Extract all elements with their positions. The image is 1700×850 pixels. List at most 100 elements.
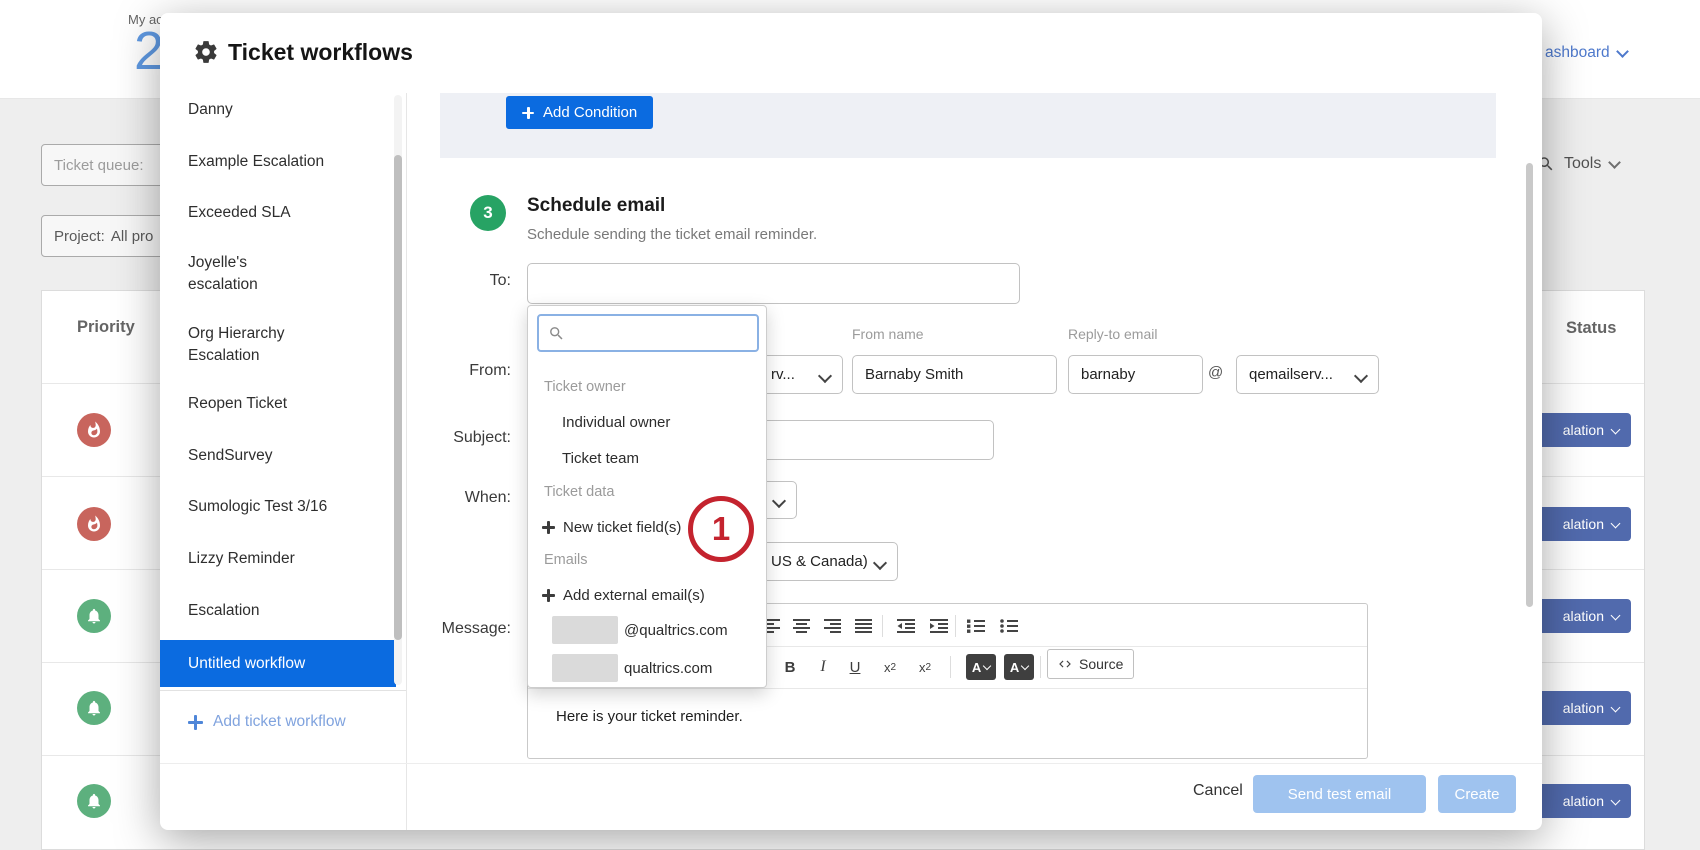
sidebar-item-sumologic-test[interactable]: Sumologic Test 3/16	[188, 496, 380, 518]
align-justify-icon	[854, 618, 873, 634]
align-center-icon	[792, 618, 811, 634]
redacted-text	[552, 654, 618, 682]
sidebar-item-example-escalation[interactable]: Example Escalation	[188, 151, 380, 173]
from-label: From:	[391, 362, 511, 380]
chevron-down-icon	[1021, 662, 1029, 670]
subject-label: Subject:	[391, 429, 511, 447]
chevron-down-icon	[1354, 369, 1368, 383]
editor-content[interactable]: Here is your ticket reminder.	[556, 708, 743, 725]
modal-title: Ticket workflows	[228, 39, 413, 66]
chevron-down-icon	[873, 556, 887, 570]
bullet-list-button[interactable]	[996, 613, 1022, 639]
message-label: Message:	[391, 620, 511, 638]
sidebar-item-sendsurvey[interactable]: SendSurvey	[188, 445, 380, 467]
chevron-down-icon	[818, 369, 832, 383]
indent-button[interactable]	[926, 613, 952, 639]
add-condition-label: Add Condition	[543, 104, 637, 121]
chevron-down-icon	[983, 662, 991, 670]
outdent-icon	[896, 618, 916, 634]
from-domain-value: rv...	[771, 366, 795, 383]
dropdown-item-individual-owner[interactable]: Individual owner	[528, 407, 766, 437]
step-subtitle: Schedule sending the ticket email remind…	[527, 226, 817, 243]
annotation-circle-1: 1	[688, 496, 754, 562]
dropdown-item-add-external-emails[interactable]: Add external email(s)	[528, 580, 766, 610]
at-symbol: @	[1208, 364, 1223, 381]
sidebar-item-untitled-workflow-selected[interactable]: Untitled workflow	[160, 640, 396, 687]
step-number-badge: 3	[470, 195, 506, 231]
toolbar-separator	[955, 615, 956, 637]
plus-icon	[542, 521, 555, 534]
recipient-search-input[interactable]	[573, 324, 748, 343]
text-color-button[interactable]: A	[966, 654, 996, 680]
indent-icon	[929, 618, 949, 634]
subscript-button[interactable]: x2	[877, 654, 903, 680]
align-right-button[interactable]	[819, 613, 845, 639]
to-label: To:	[391, 272, 511, 290]
background-color-letter: A	[1010, 660, 1019, 675]
align-justify-button[interactable]	[850, 613, 876, 639]
bold-button[interactable]: B	[777, 654, 803, 680]
reply-to-email-label: Reply-to email	[1068, 326, 1157, 342]
numbered-list-button[interactable]	[963, 613, 989, 639]
toolbar-separator	[882, 615, 883, 637]
align-right-icon	[823, 618, 842, 634]
dropdown-item-email-2[interactable]: qualtrics.com	[528, 653, 766, 683]
footer-divider	[160, 763, 1542, 764]
align-center-button[interactable]	[788, 613, 814, 639]
email-domain-label: @qualtrics.com	[624, 622, 728, 639]
sidebar-item-joyelles-escalation[interactable]: Joyelle's escalation	[188, 252, 380, 296]
add-condition-button[interactable]: Add Condition	[506, 96, 653, 129]
reply-to-domain-dropdown[interactable]: qemailserv...	[1236, 355, 1379, 394]
superscript-digit: 2	[925, 662, 931, 673]
email-domain-label: qualtrics.com	[624, 660, 712, 677]
plus-icon	[188, 715, 203, 730]
background-color-button[interactable]: A	[1004, 654, 1034, 680]
plus-icon	[542, 589, 555, 602]
new-ticket-fields-label: New ticket field(s)	[563, 519, 681, 536]
sidebar-item-escalation[interactable]: Escalation	[188, 600, 380, 622]
step-title: Schedule email	[527, 195, 665, 217]
toolbar-separator	[1040, 656, 1041, 678]
superscript-button[interactable]: x2	[912, 654, 938, 680]
gear-icon	[193, 39, 219, 70]
when-label: When:	[391, 489, 511, 507]
recipient-dropdown-popup: Ticket owner Individual owner Ticket tea…	[527, 305, 767, 688]
sidebar-divider	[406, 93, 407, 830]
redacted-text	[552, 616, 618, 644]
numbered-list-icon	[966, 618, 986, 634]
outdent-button[interactable]	[893, 613, 919, 639]
to-input[interactable]	[527, 263, 1020, 304]
cancel-button[interactable]: Cancel	[1193, 782, 1243, 800]
sidebar-item-org-hierarchy-escalation[interactable]: Org Hierarchy Escalation	[188, 323, 380, 367]
sidebar-item-lizzy-reminder[interactable]: Lizzy Reminder	[188, 548, 380, 570]
dropdown-item-email-1[interactable]: @qualtrics.com	[528, 615, 766, 645]
add-external-emails-label: Add external email(s)	[563, 587, 705, 604]
subscript-digit: 2	[890, 662, 896, 673]
reply-to-input[interactable]	[1068, 355, 1203, 394]
chevron-down-icon	[772, 494, 786, 508]
sidebar-bottom-divider	[160, 690, 406, 691]
bullet-list-icon	[999, 618, 1019, 634]
timezone-value: US & Canada)	[771, 553, 868, 570]
text-color-letter: A	[972, 660, 981, 675]
add-ticket-workflow-button[interactable]: Add ticket workflow	[188, 713, 346, 731]
italic-button[interactable]: I	[810, 654, 836, 680]
dropdown-item-ticket-team[interactable]: Ticket team	[528, 443, 766, 473]
from-name-input[interactable]	[852, 355, 1057, 394]
modal-scrollbar-thumb[interactable]	[1526, 163, 1533, 607]
sidebar-scrollbar-thumb[interactable]	[394, 155, 402, 640]
sidebar-item-danny[interactable]: Danny	[188, 99, 380, 121]
sidebar-item-exceeded-sla[interactable]: Exceeded SLA	[188, 202, 380, 224]
recipient-search-box[interactable]	[537, 314, 759, 352]
create-button[interactable]: Create	[1438, 775, 1516, 813]
source-button-label: Source	[1079, 656, 1123, 672]
underline-button[interactable]: U	[842, 654, 868, 680]
source-button[interactable]: Source	[1047, 649, 1134, 679]
toolbar-bottom-divider	[528, 688, 1367, 689]
from-name-label: From name	[852, 326, 924, 342]
plus-icon	[522, 107, 534, 119]
sidebar-item-reopen-ticket[interactable]: Reopen Ticket	[188, 393, 380, 415]
search-icon	[548, 325, 565, 342]
send-test-email-button[interactable]: Send test email	[1253, 775, 1426, 813]
add-ticket-workflow-label: Add ticket workflow	[213, 713, 346, 731]
